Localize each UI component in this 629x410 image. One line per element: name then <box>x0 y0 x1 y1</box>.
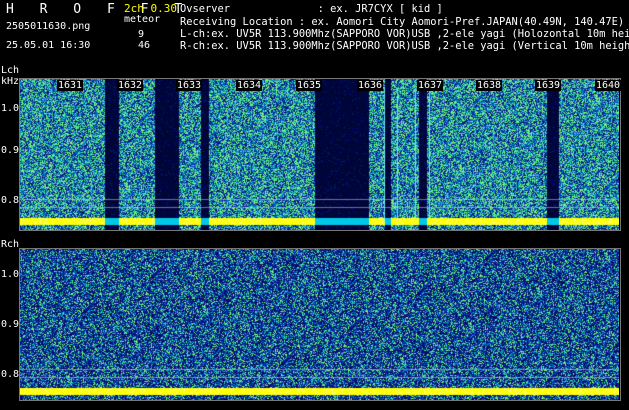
lch-label: Lch <box>1 65 20 76</box>
version-label: 2ch 0.30 <box>124 2 177 15</box>
lch-ytick-1: 1.0 <box>1 103 20 114</box>
filename: 2505011630.png <box>6 21 91 32</box>
time-label-1639: 1639 <box>535 80 562 91</box>
meteor-label: meteor <box>124 14 161 25</box>
meteor-count-r: 46 <box>138 40 151 51</box>
time-label-1636: 1636 <box>357 80 384 91</box>
time-label-1637: 1637 <box>417 80 444 91</box>
time-label-1640: 1640 <box>595 80 622 91</box>
rch-info: R-ch:ex. UV5R 113.900Mhz(SAPPORO VOR)USB… <box>180 40 629 52</box>
time-label-1634: 1634 <box>236 80 263 91</box>
time-label-1635: 1635 <box>296 80 323 91</box>
location-info: Receiving Location : ex. Aomori City Aom… <box>180 16 625 28</box>
rch-label: Rch <box>1 239 20 250</box>
meteor-count-l: 9 <box>138 29 145 40</box>
time-label-1632: 1632 <box>117 80 144 91</box>
rch-ytick-3: 0.8 <box>1 369 20 380</box>
lch-info: L-ch:ex. UV5R 113.900Mhz(SAPPORO VOR)USB… <box>180 28 629 40</box>
lch-panel-frame <box>19 78 621 231</box>
rch-ytick-1: 1.0 <box>1 269 20 280</box>
datetime: 25.05.01 16:30 <box>6 40 91 51</box>
lch-ytick-2: 0.9 <box>1 145 20 156</box>
observer-info: Ovserver : ex. JR7CYX [ kid ] <box>180 3 443 15</box>
time-label-1633: 1633 <box>176 80 203 91</box>
time-label-1631: 1631 <box>57 80 84 91</box>
lch-ytick-3: 0.8 <box>1 195 20 206</box>
rch-panel-frame <box>19 248 621 401</box>
lch-unit: kHz <box>1 76 20 87</box>
time-label-1638: 1638 <box>476 80 503 91</box>
rch-ytick-2: 0.9 <box>1 319 20 330</box>
